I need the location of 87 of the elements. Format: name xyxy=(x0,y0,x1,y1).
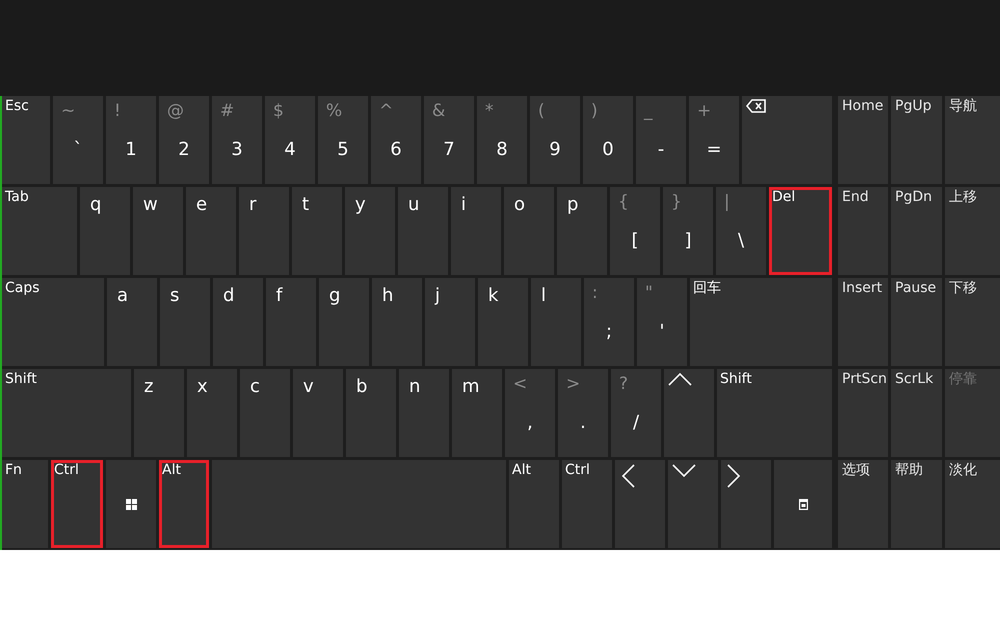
key[interactable]: i xyxy=(451,187,501,275)
key[interactable]: d xyxy=(213,278,263,366)
key[interactable]: Caps xyxy=(2,278,104,366)
key[interactable]: w xyxy=(133,187,183,275)
key[interactable]: Pause xyxy=(891,278,942,366)
key[interactable]: ^ 6 xyxy=(371,96,421,184)
key[interactable]: ) 0 xyxy=(583,96,633,184)
key[interactable]: Alt xyxy=(159,460,209,548)
chevron-left-icon xyxy=(621,464,635,488)
key[interactable]: s xyxy=(160,278,210,366)
key[interactable]: } ] xyxy=(663,187,713,275)
chevron-down-icon xyxy=(672,464,696,478)
key[interactable]: | \ xyxy=(716,187,766,275)
key[interactable]: o xyxy=(504,187,554,275)
backspace-key[interactable] xyxy=(742,96,832,184)
key[interactable]: l xyxy=(531,278,581,366)
chevron-up-icon xyxy=(668,372,692,386)
key[interactable]: 回车 xyxy=(690,278,832,366)
key[interactable]: p xyxy=(557,187,607,275)
key[interactable]: @ 2 xyxy=(159,96,209,184)
windows-key[interactable] xyxy=(106,460,156,548)
key[interactable]: ? / xyxy=(611,369,661,457)
key[interactable]: $ 4 xyxy=(265,96,315,184)
key[interactable]: Ctrl xyxy=(562,460,612,548)
key[interactable]: ~ ` xyxy=(53,96,103,184)
key[interactable]: Fn xyxy=(2,460,48,548)
key[interactable]: k xyxy=(478,278,528,366)
key[interactable]: Alt xyxy=(509,460,559,548)
key[interactable]: % 5 xyxy=(318,96,368,184)
key[interactable]: & 7 xyxy=(424,96,474,184)
key[interactable]: + = xyxy=(689,96,739,184)
key[interactable]: : ; xyxy=(584,278,634,366)
key[interactable]: 导航 xyxy=(945,96,1000,184)
key[interactable]: PrtScn xyxy=(838,369,888,457)
windows-logo-icon xyxy=(126,499,137,510)
key[interactable]: ! 1 xyxy=(106,96,156,184)
key[interactable]: { [ xyxy=(610,187,660,275)
key[interactable]: q xyxy=(80,187,130,275)
key[interactable]: 下移 xyxy=(945,278,1000,366)
key[interactable]: " ' xyxy=(637,278,687,366)
key[interactable]: g xyxy=(319,278,369,366)
up-arrow-key[interactable] xyxy=(664,369,714,457)
key[interactable]: y xyxy=(345,187,395,275)
key[interactable]: h xyxy=(372,278,422,366)
key[interactable]: PgDn xyxy=(891,187,942,275)
key[interactable]: 选项 xyxy=(838,460,888,548)
key[interactable]: z xyxy=(134,369,184,457)
key[interactable]: r xyxy=(239,187,289,275)
key[interactable]: End xyxy=(838,187,888,275)
key[interactable]: # 3 xyxy=(212,96,262,184)
backspace-icon xyxy=(746,99,766,113)
menu-key[interactable] xyxy=(774,460,832,548)
key[interactable]: _ - xyxy=(636,96,686,184)
right-arrow-key[interactable] xyxy=(721,460,771,548)
key[interactable]: t xyxy=(292,187,342,275)
key[interactable]: ( 9 xyxy=(530,96,580,184)
key[interactable]: 淡化 xyxy=(945,460,1000,548)
key[interactable]: < , xyxy=(505,369,555,457)
key[interactable]: e xyxy=(186,187,236,275)
key[interactable]: PgUp xyxy=(891,96,942,184)
key[interactable]: Shift xyxy=(717,369,832,457)
key[interactable]: Tab xyxy=(2,187,77,275)
key[interactable]: u xyxy=(398,187,448,275)
key[interactable]: 上移 xyxy=(945,187,1000,275)
key[interactable]: Home xyxy=(838,96,888,184)
key[interactable]: Insert xyxy=(838,278,888,366)
chevron-right-icon xyxy=(727,464,741,488)
key[interactable]: * 8 xyxy=(477,96,527,184)
key[interactable]: c xyxy=(240,369,290,457)
key[interactable]: 帮助 xyxy=(891,460,942,548)
key[interactable]: n xyxy=(399,369,449,457)
key[interactable]: Ctrl xyxy=(51,460,103,548)
key[interactable]: v xyxy=(293,369,343,457)
key[interactable]: m xyxy=(452,369,502,457)
key[interactable]: Del xyxy=(769,187,832,275)
key[interactable]: a xyxy=(107,278,157,366)
down-arrow-key[interactable] xyxy=(668,460,718,548)
key[interactable]: j xyxy=(425,278,475,366)
key[interactable]: Esc xyxy=(2,96,50,184)
left-arrow-key[interactable] xyxy=(615,460,665,548)
key[interactable]: b xyxy=(346,369,396,457)
key[interactable]: ScrLk xyxy=(891,369,942,457)
menu-icon xyxy=(799,499,808,510)
key[interactable]: > . xyxy=(558,369,608,457)
key[interactable]: x xyxy=(187,369,237,457)
key[interactable]: f xyxy=(266,278,316,366)
key[interactable]: Shift xyxy=(2,369,131,457)
